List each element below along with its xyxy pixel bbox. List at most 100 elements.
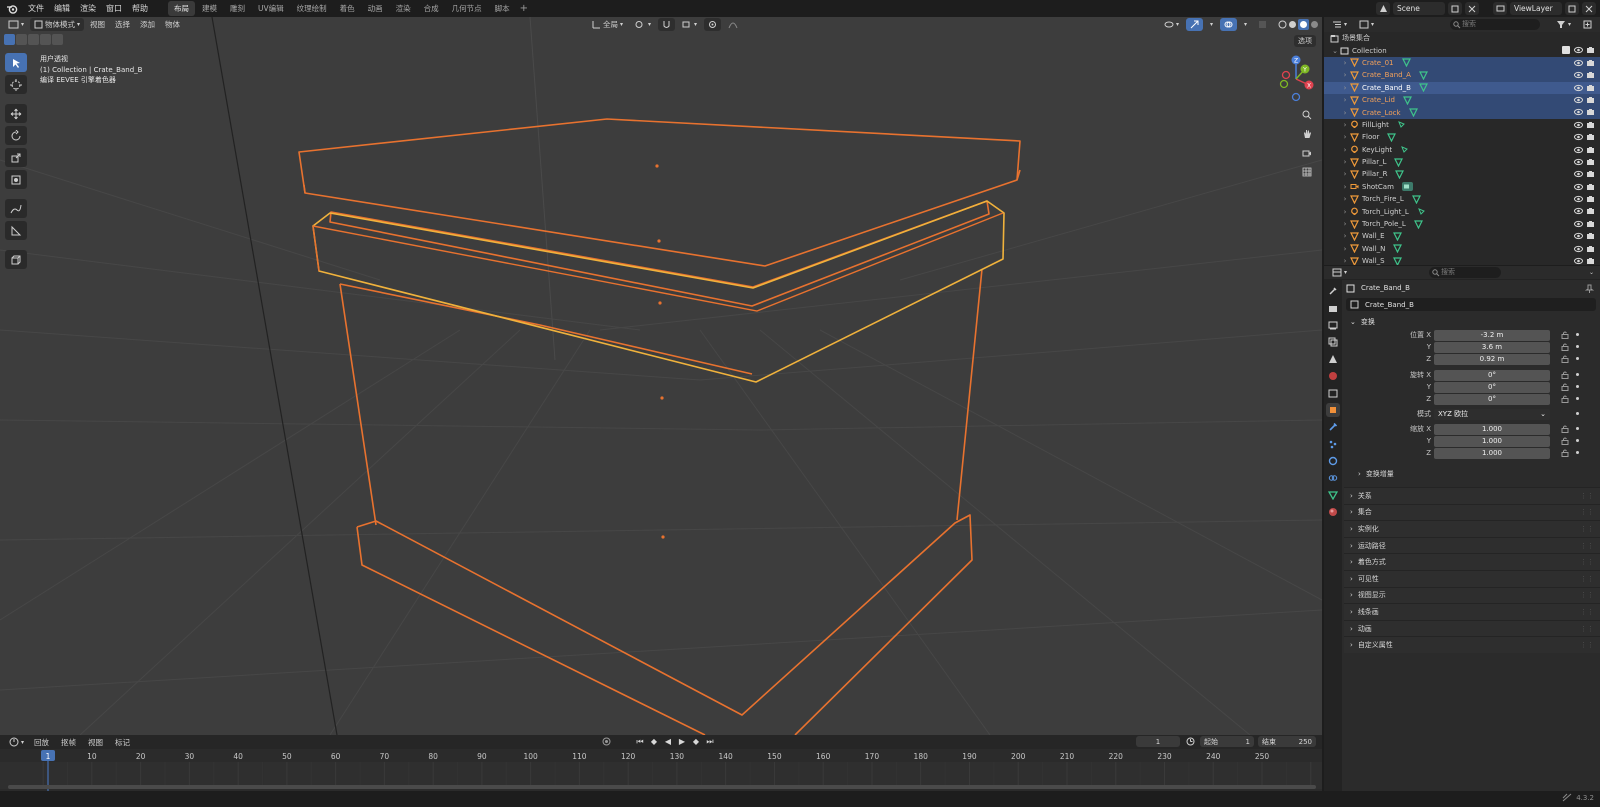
visibility-eye-icon[interactable] [1574, 207, 1583, 215]
render-camera-icon[interactable] [1586, 96, 1595, 104]
scale-x-field[interactable]: 1.000 [1434, 423, 1550, 435]
keyframe-dot-icon[interactable] [1576, 373, 1579, 376]
render-camera-icon[interactable] [1586, 46, 1595, 54]
menu-edit[interactable]: 编辑 [49, 0, 75, 17]
rotate-tool-icon[interactable] [5, 126, 27, 145]
outliner-item-crate-lock[interactable]: › Crate_Lock [1324, 106, 1600, 119]
camera-view-icon[interactable] [1299, 145, 1315, 161]
workspace-tab-layout[interactable]: 布局 [168, 1, 195, 16]
expand-chevron-icon[interactable]: › [1340, 133, 1350, 141]
panel-header-8[interactable]: › 动画 ⋮⋮ [1344, 619, 1600, 637]
select-new-icon[interactable] [4, 34, 15, 45]
editor-type-button[interactable]: ▾ [4, 18, 28, 31]
panel-header-6[interactable]: › 视图显示 ⋮⋮ [1344, 586, 1600, 604]
drag-handle-icon[interactable]: ⋮⋮ [1580, 608, 1594, 616]
outliner-editor-type-button[interactable]: ▾ [1328, 18, 1351, 31]
next-keyframe-icon[interactable]: ◆ [690, 736, 702, 747]
visibility-dropdown[interactable]: ▾ [1160, 18, 1183, 31]
exclude-checkbox[interactable] [1562, 46, 1570, 55]
filter-icon[interactable]: ▾ [1552, 18, 1575, 31]
outliner-item-filllight[interactable]: › FillLight [1324, 119, 1600, 131]
rotation-x-field[interactable]: 0° [1434, 369, 1550, 381]
viewport-menu-add[interactable]: 添加 [136, 18, 159, 31]
outliner-item-floor[interactable]: › Floor [1324, 131, 1600, 143]
panel-header-9[interactable]: › 自定义属性 ⋮⋮ [1344, 636, 1600, 653]
render-camera-icon[interactable] [1586, 158, 1595, 166]
transform-panel-header[interactable]: ⌄ 变换 [1344, 314, 1600, 329]
expand-chevron-icon[interactable]: › [1340, 109, 1350, 117]
outliner-item-crate-band-b[interactable]: › Crate_Band_B [1324, 81, 1600, 94]
expand-chevron-icon[interactable]: › [1340, 245, 1350, 253]
visibility-eye-icon[interactable] [1574, 121, 1583, 129]
expand-chevron-icon[interactable]: › [1340, 195, 1350, 203]
visibility-eye-icon[interactable] [1574, 232, 1583, 240]
material-tab-icon[interactable] [1326, 505, 1340, 519]
lock-icon[interactable] [1561, 437, 1569, 445]
scene-name-field[interactable]: Scene [1393, 2, 1445, 15]
delete-view-layer-icon[interactable] [1582, 2, 1596, 15]
gizmo-dropdown[interactable]: ▾ [1206, 18, 1217, 31]
blender-logo-icon[interactable] [5, 2, 19, 16]
keyframe-dot-icon[interactable] [1576, 451, 1579, 454]
visibility-eye-icon[interactable] [1574, 170, 1583, 178]
visibility-eye-icon[interactable] [1574, 84, 1583, 92]
outliner-item-shotcam[interactable]: › ShotCam [1324, 181, 1600, 193]
delta-transform-header[interactable]: › 变换增量 [1344, 467, 1600, 481]
new-collection-icon[interactable] [1579, 18, 1596, 31]
wireframe-shading-icon[interactable] [1278, 20, 1287, 29]
mesh-data-icon[interactable] [1394, 157, 1404, 167]
outliner-item-wall-e[interactable]: › Wall_E [1324, 230, 1600, 242]
render-camera-icon[interactable] [1586, 59, 1595, 67]
rendered-shading-icon[interactable] [1310, 20, 1319, 29]
render-camera-icon[interactable] [1586, 220, 1595, 228]
scale-tool-icon[interactable] [5, 148, 27, 167]
outliner-item-torch-light-l[interactable]: › Torch_Light_L [1324, 205, 1600, 217]
delete-scene-icon[interactable] [1465, 2, 1479, 15]
drag-handle-icon[interactable]: ⋮⋮ [1580, 492, 1594, 500]
visibility-eye-icon[interactable] [1574, 133, 1583, 141]
panel-header-4[interactable]: › 着色方式 ⋮⋮ [1344, 553, 1600, 570]
play-icon[interactable]: ▶ [676, 736, 688, 747]
drag-handle-icon[interactable]: ⋮⋮ [1580, 575, 1594, 583]
zoom-icon[interactable] [1299, 107, 1315, 123]
mesh-data-icon[interactable] [1395, 170, 1405, 179]
render-camera-icon[interactable] [1586, 170, 1595, 178]
menu-render[interactable]: 渲染 [75, 0, 101, 17]
output-tab-icon[interactable] [1326, 318, 1340, 332]
view-layer-tab-icon[interactable] [1326, 335, 1340, 349]
scale-z-field[interactable]: 1.000 [1434, 447, 1550, 459]
outliner-item-keylight[interactable]: › KeyLight [1324, 144, 1600, 156]
lock-icon[interactable] [1561, 343, 1569, 351]
light-data-icon[interactable] [1400, 145, 1409, 154]
render-camera-icon[interactable] [1586, 207, 1595, 215]
overlay-dropdown[interactable]: ▾ [1240, 18, 1251, 31]
panel-header-0[interactable]: › 关系 ⋮⋮ [1344, 487, 1600, 504]
falloff-dropdown[interactable] [724, 18, 742, 31]
viewport-options-button[interactable]: 选项 [1294, 35, 1316, 47]
tool-tab-icon[interactable] [1326, 284, 1340, 298]
mesh-data-icon[interactable] [1402, 96, 1412, 105]
outliner-item-pillar-l[interactable]: › Pillar_L [1324, 156, 1600, 168]
visibility-eye-icon[interactable] [1574, 96, 1583, 104]
workspace-tab-scripting[interactable]: 脚本 [489, 1, 516, 16]
workspace-tab-compositing[interactable]: 合成 [418, 1, 445, 16]
light-data-icon[interactable] [1417, 207, 1426, 216]
outliner-collection-row[interactable]: ⌄ Collection [1324, 44, 1600, 56]
gizmo-toggle[interactable] [1186, 18, 1204, 31]
drag-handle-icon[interactable]: ⋮⋮ [1580, 641, 1594, 649]
keyframe-dot-icon[interactable] [1576, 385, 1579, 388]
mesh-data-icon[interactable] [1411, 195, 1421, 204]
render-camera-icon[interactable] [1586, 84, 1595, 92]
panel-header-1[interactable]: › 集合 ⋮⋮ [1344, 503, 1600, 521]
jump-start-icon[interactable]: ⏮ [634, 736, 646, 747]
material-preview-icon[interactable] [1298, 19, 1310, 30]
xray-toggle[interactable] [1254, 18, 1271, 31]
expand-chevron-icon[interactable]: › [1340, 96, 1350, 104]
properties-search-input[interactable]: 搜索 [1429, 267, 1502, 278]
mesh-data-icon[interactable] [1393, 244, 1403, 254]
orthographic-grid-icon[interactable] [1299, 164, 1315, 180]
location-z-field[interactable]: 0.92 m [1434, 353, 1550, 365]
data-tab-icon[interactable] [1326, 488, 1340, 502]
annotate-tool-icon[interactable] [5, 199, 27, 218]
workspace-tab-shading[interactable]: 着色 [334, 1, 361, 16]
